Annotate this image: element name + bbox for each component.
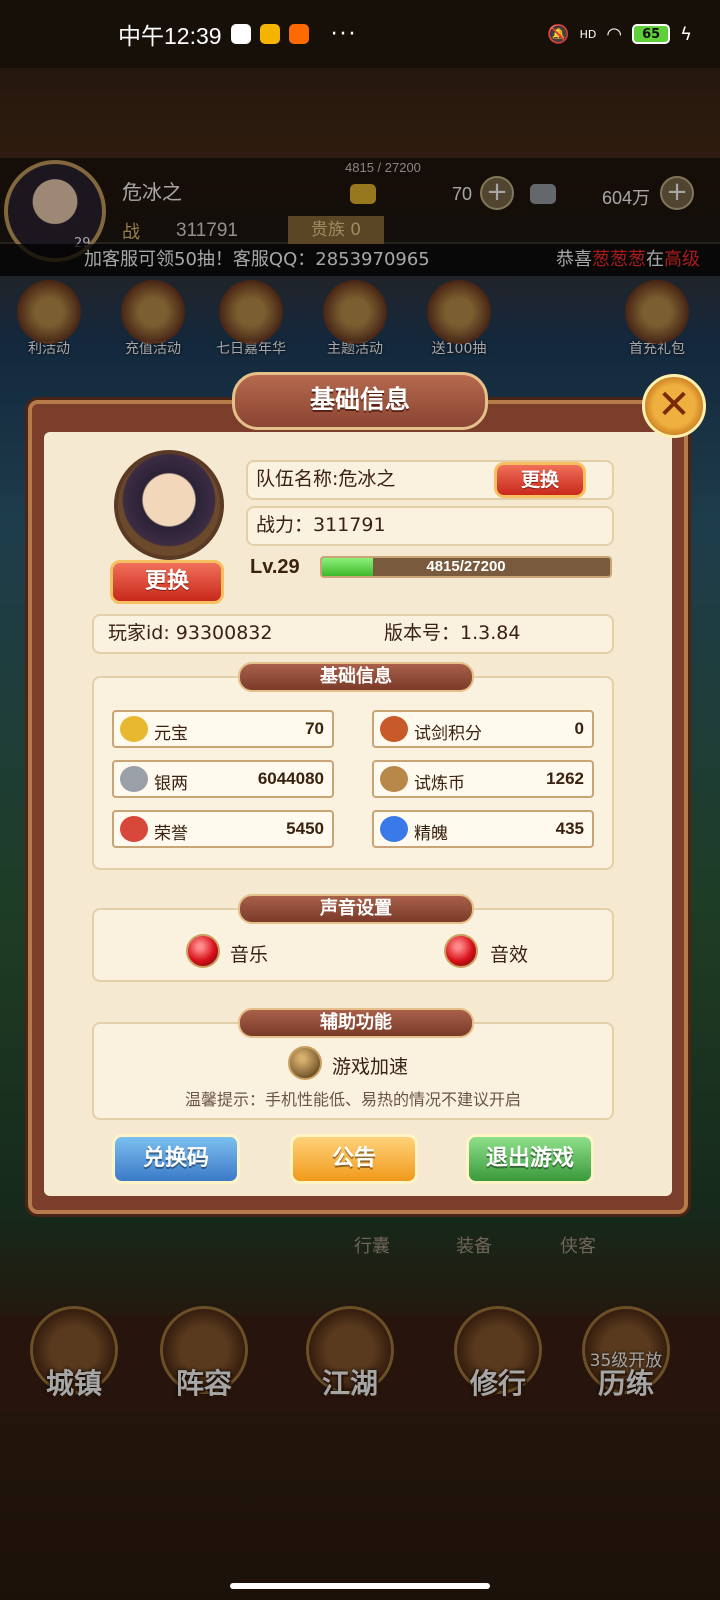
music-label: 音乐 [230, 944, 269, 966]
power-field: 战力：311791 [246, 506, 614, 546]
change-name-button[interactable]: 更换 [494, 462, 586, 498]
resource-trial-points: 试剑积分 0 [372, 710, 594, 748]
sfx-label: 音效 [490, 944, 529, 966]
resource-honor: 荣誉 5450 [112, 810, 334, 848]
speed-toggle[interactable] [288, 1046, 322, 1080]
mute-icon: 🔕 [547, 23, 570, 45]
team-name: 队伍名称:危冰之 [256, 468, 396, 490]
qq-icon [230, 24, 251, 44]
exp-text: 4815/27200 [426, 558, 506, 575]
change-avatar-button[interactable]: 更换 [110, 560, 224, 604]
home-indicator[interactable] [230, 1583, 490, 1589]
clock: 中午12:39 [118, 23, 222, 49]
resource-trial-coin: 试炼币 1262 [372, 760, 594, 798]
resource-silver: 银两 6044080 [112, 760, 334, 798]
version: 版本号：1.3.84 [384, 622, 521, 644]
more-notifications-icon: ··· [330, 21, 358, 47]
honor-icon [120, 816, 148, 842]
basic-info-header: 基础信息 [238, 662, 474, 692]
sfx-toggle[interactable] [444, 934, 478, 968]
scroll-coin-icon [380, 766, 408, 792]
gold-ingot-icon [120, 716, 148, 742]
dialog-title: 基础信息 [232, 372, 488, 430]
redeem-code-button[interactable]: 兑换码 [112, 1134, 240, 1184]
signal-icon: HD [579, 27, 597, 41]
notice-button[interactable]: 公告 [290, 1134, 418, 1184]
wifi-icon: ◠ [606, 23, 623, 45]
id-version-field: 玩家id: 93300832 版本号：1.3.84 [92, 614, 614, 654]
status-bar: 中午12:39 ··· 🔕 HD ◠ 65 ϟ [0, 0, 720, 68]
exit-game-button[interactable]: 退出游戏 [466, 1134, 594, 1184]
battery-icon: 65 [632, 24, 671, 44]
sound-header: 声音设置 [238, 894, 474, 924]
blue-flame-icon [380, 816, 408, 842]
resource-yuanbao: 元宝 70 [112, 710, 334, 748]
power-value: 战力：311791 [256, 514, 386, 536]
resource-essence: 精魄 435 [372, 810, 594, 848]
weibo-icon [259, 24, 280, 44]
dialog-portrait [114, 450, 224, 560]
speed-label: 游戏加速 [332, 1056, 409, 1078]
pouch-icon [380, 716, 408, 742]
mi-icon [288, 24, 309, 44]
silver-ingot-icon [120, 766, 148, 792]
level-label: Lv.29 [250, 556, 300, 578]
assist-header: 辅助功能 [238, 1008, 474, 1038]
exp-bar: 4815/27200 [320, 556, 612, 578]
close-button[interactable]: ✕ [642, 374, 706, 438]
music-toggle[interactable] [186, 934, 220, 968]
charging-icon: ϟ [680, 23, 692, 45]
tip-text: 温馨提示：手机性能低、易热的情况不建议开启 [184, 1090, 521, 1109]
player-id: 玩家id: 93300832 [108, 622, 273, 644]
